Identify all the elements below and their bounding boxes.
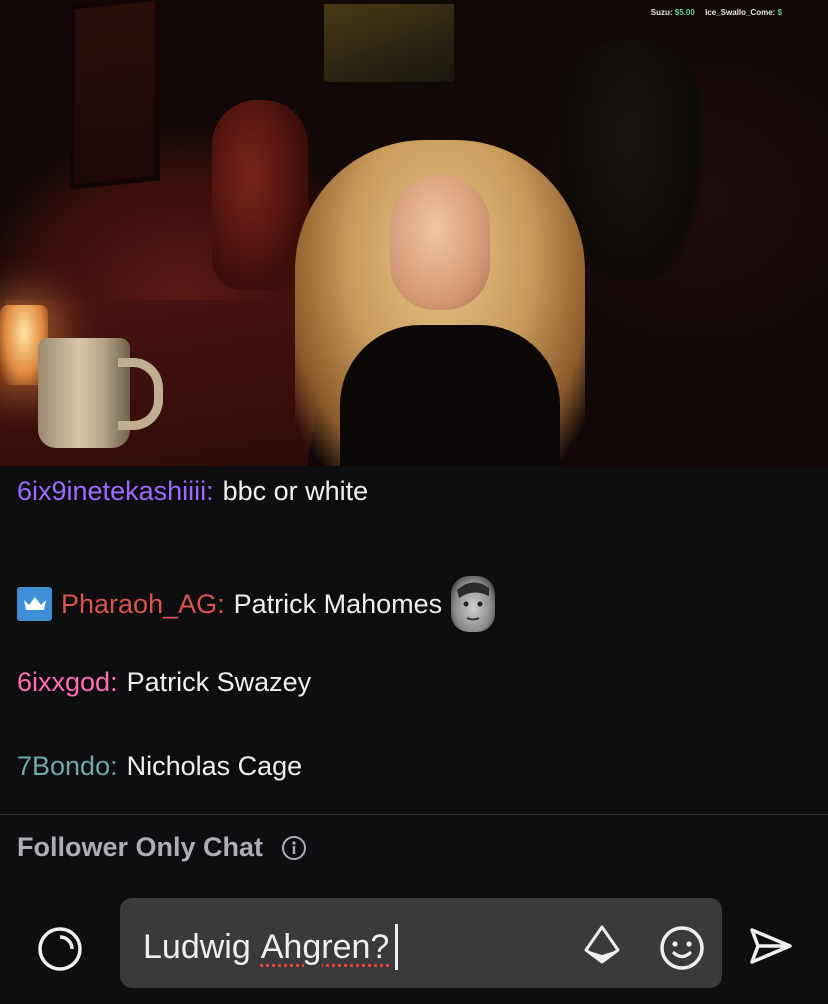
donation-overlay: Suzu: $5.00 Ice_Swallo_Come: $ (651, 8, 790, 17)
chat-username[interactable]: Pharaoh_AG: (61, 588, 225, 620)
overlay-amount: $5.00 (674, 8, 695, 17)
wall-painting (70, 0, 160, 190)
channel-points-button[interactable] (36, 925, 84, 978)
wall-painting (320, 0, 458, 86)
chat-message: 6ix9inetekashiiii: bbc or white (17, 475, 368, 507)
mug (38, 338, 130, 448)
video-player[interactable]: Suzu: $5.00 Ice_Swallo_Come: $ (0, 0, 828, 466)
chat-list: 6ix9inetekashiiii: bbc or white Pharaoh_… (0, 466, 828, 814)
chat-text: Patrick Swazey (126, 667, 312, 697)
chat-input-text: Ludwig Ahgren? (143, 924, 399, 970)
send-icon (748, 928, 794, 970)
overlay-user: Ice_Swallo_Come: (705, 8, 776, 17)
overlay-amount: $ (777, 8, 782, 17)
vase (212, 100, 308, 290)
chat-username[interactable]: 6ix9inetekashiiii: (17, 475, 214, 507)
bits-icon (582, 925, 622, 970)
streamer-body (340, 325, 560, 466)
crown-badge-icon[interactable] (17, 587, 52, 621)
chat-input-bar: Ludwig Ahgren? (0, 880, 828, 1004)
chat-input[interactable]: Ludwig Ahgren? (120, 898, 722, 988)
chat-message: 6ixxgod: Patrick Swazey (17, 666, 311, 698)
chat-message: 7Bondo: Nicholas Cage (17, 750, 302, 782)
emote-picker-button[interactable] (658, 924, 706, 977)
face-emote-icon[interactable] (451, 576, 496, 632)
text-caret (395, 924, 399, 970)
streamer-face (390, 175, 490, 310)
bits-button[interactable] (582, 924, 622, 971)
chat-text: bbc or white (222, 476, 369, 506)
misspelled-word[interactable]: Ahgren? (261, 928, 390, 967)
chat-mode-label: Follower Only Chat (17, 832, 264, 862)
chat-username[interactable]: 6ixxgod: (17, 666, 118, 698)
chat-message: Pharaoh_AG: Patrick Mahomes (17, 576, 496, 632)
divider (0, 814, 828, 815)
chat-username[interactable]: 7Bondo: (17, 750, 118, 782)
overlay-user: Suzu: (650, 8, 673, 17)
chat-mode-banner: Follower Only Chat (17, 832, 307, 863)
chat-text: Patrick Mahomes (233, 589, 443, 619)
emote-picker-icon (658, 926, 706, 976)
info-icon[interactable] (281, 835, 307, 861)
channel-points-icon (36, 927, 84, 977)
input-word: Ludwig (143, 927, 251, 966)
send-button[interactable] (748, 926, 794, 971)
chat-text: Nicholas Cage (126, 751, 303, 781)
